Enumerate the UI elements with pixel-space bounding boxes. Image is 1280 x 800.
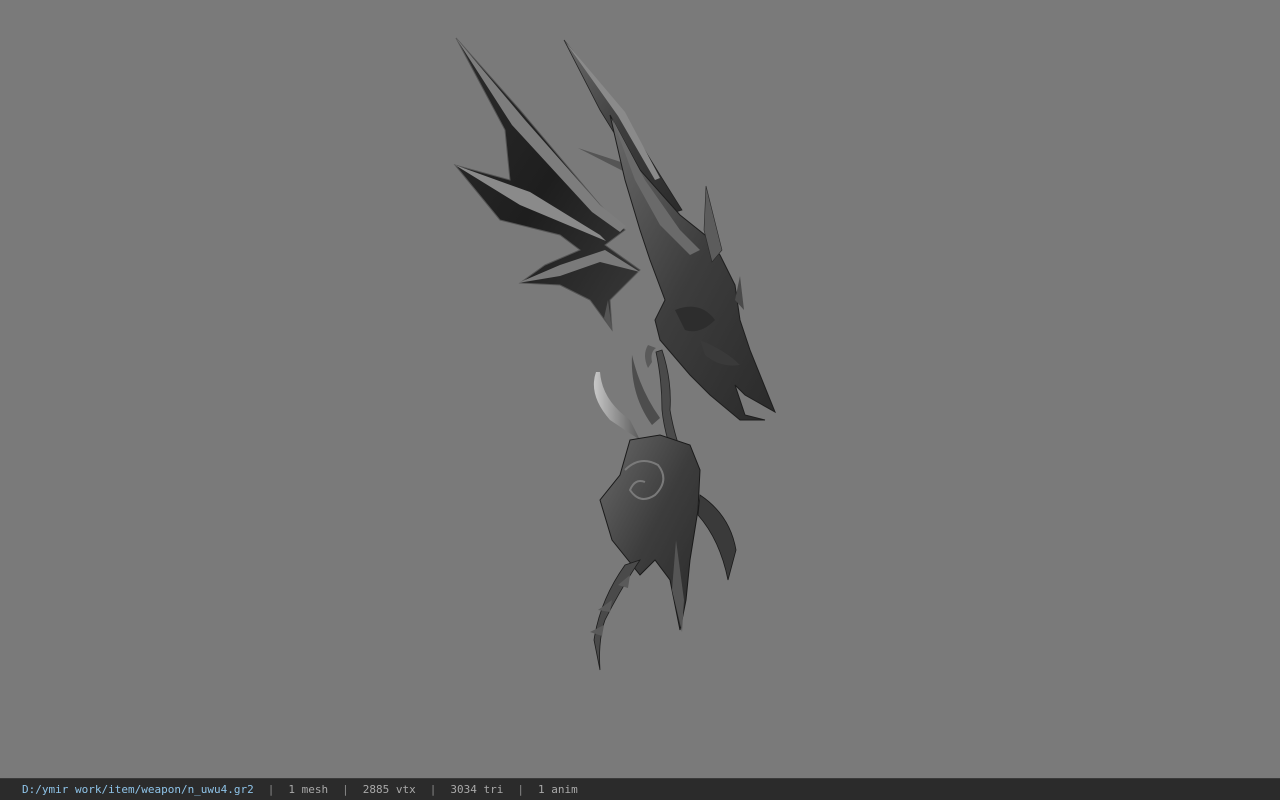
claw-hook [645, 345, 656, 368]
animation-count: 1 anim [538, 783, 578, 796]
wing-membrane [453, 37, 641, 332]
lower-horn [593, 372, 640, 440]
mesh-count: 1 mesh [288, 783, 329, 796]
file-path: D:/ymir work/item/weapon/n_uwu4.gr2 [22, 783, 254, 796]
lower-horn-2 [631, 355, 660, 425]
separator: | [429, 783, 437, 796]
lower-tail [593, 559, 641, 671]
weapon-model-render [453, 37, 776, 671]
separator: | [342, 783, 349, 796]
separator: | [267, 783, 275, 796]
vertex-count: 2885 vtx [362, 783, 416, 796]
separator: | [517, 783, 525, 796]
guard-side-blade [697, 494, 737, 581]
3d-viewport[interactable] [0, 0, 1280, 778]
status-bar: D:/ymir work/item/weapon/n_uwu4.gr2 | 1 … [0, 778, 1280, 800]
triangle-count: 3034 tri [450, 783, 504, 796]
